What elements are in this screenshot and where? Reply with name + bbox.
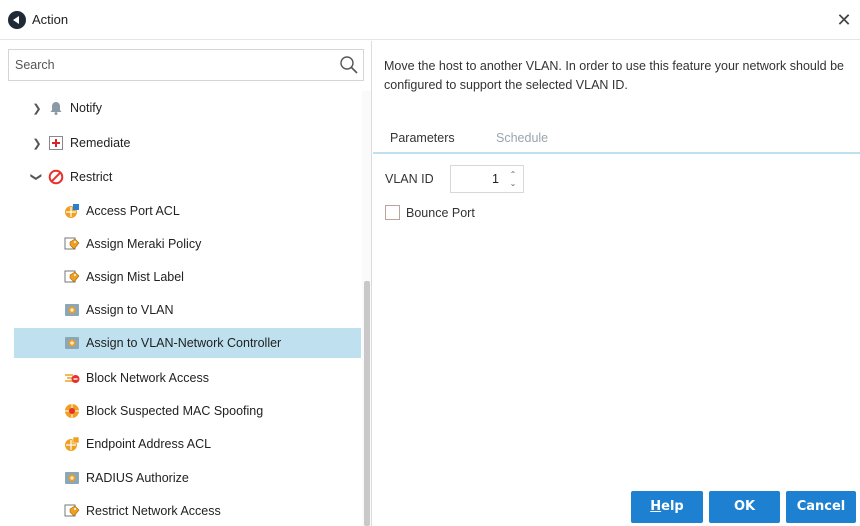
chevron-right-icon[interactable]: ❯ bbox=[30, 101, 44, 115]
app-logo-icon bbox=[8, 11, 26, 29]
mac-spoof-icon bbox=[64, 403, 80, 419]
tree-item-label: Assign to VLAN bbox=[86, 303, 174, 317]
plus-box-icon bbox=[48, 135, 64, 151]
tree-item-restrict-network-access[interactable]: Restrict Network Access bbox=[0, 496, 362, 526]
tag-policy-icon bbox=[64, 269, 80, 285]
tab-schedule[interactable]: Schedule bbox=[496, 128, 548, 152]
vlan-id-value[interactable]: 1 bbox=[492, 172, 499, 186]
tree-item-label: Endpoint Address ACL bbox=[86, 437, 212, 451]
title-bar: Action ✕ bbox=[0, 0, 860, 40]
tree-item-block-suspected-mac-spoofing[interactable]: Block Suspected MAC Spoofing bbox=[0, 396, 362, 426]
bell-icon bbox=[48, 100, 64, 116]
action-tree-pane: ❯ Notify ❯ Remediate ❯ Restrict Access bbox=[0, 41, 372, 526]
tree-item-block-network-access[interactable]: Block Network Access bbox=[0, 363, 362, 393]
tree-item-label: Block Network Access bbox=[86, 371, 209, 385]
tree-item-label: Remediate bbox=[70, 136, 131, 150]
action-description: Move the host to another VLAN. In order … bbox=[384, 59, 844, 92]
scrollbar-thumb[interactable] bbox=[364, 281, 370, 526]
vlan-box-icon bbox=[64, 302, 80, 318]
help-label-rest: elp bbox=[661, 499, 684, 514]
vlan-id-stepper[interactable]: 1 ⌃ ⌄ bbox=[450, 165, 524, 193]
tree-item-label: Assign Meraki Policy bbox=[86, 237, 202, 251]
ok-button[interactable]: OK bbox=[709, 491, 780, 523]
acl-shield-icon bbox=[64, 436, 80, 452]
tree-item-label: Restrict bbox=[70, 170, 113, 184]
tree-item-label: Block Suspected MAC Spoofing bbox=[86, 404, 264, 418]
chevron-right-icon[interactable]: ❯ bbox=[30, 136, 44, 150]
tree-item-endpoint-address-acl[interactable]: Endpoint Address ACL bbox=[0, 429, 362, 459]
help-mnemonic: H bbox=[650, 499, 662, 514]
search-box bbox=[8, 49, 364, 81]
tree-item-access-port-acl[interactable]: Access Port ACL bbox=[0, 196, 362, 226]
spin-down-icon[interactable]: ⌄ bbox=[508, 180, 518, 188]
tree-item-assign-meraki-policy[interactable]: Assign Meraki Policy bbox=[0, 229, 362, 259]
close-icon[interactable]: ✕ bbox=[834, 10, 854, 30]
tree-scrollbar[interactable] bbox=[362, 91, 371, 526]
vlan-box-icon bbox=[64, 470, 80, 486]
bounce-port-label: Bounce Port bbox=[406, 206, 475, 220]
tree-item-notify[interactable]: ❯ Notify bbox=[0, 93, 362, 123]
block-network-icon bbox=[64, 370, 80, 386]
tree-item-remediate[interactable]: ❯ Remediate bbox=[0, 128, 362, 158]
prohibited-icon bbox=[48, 169, 64, 185]
cancel-button[interactable]: Cancel bbox=[786, 491, 856, 523]
tab-parameters[interactable]: Parameters bbox=[390, 128, 455, 152]
search-icon[interactable] bbox=[339, 55, 359, 75]
window-title: Action bbox=[32, 12, 69, 27]
action-tree: ❯ Notify ❯ Remediate ❯ Restrict Access P… bbox=[0, 91, 362, 526]
tree-item-label: Notify bbox=[70, 101, 102, 115]
tree-item-label: Access Port ACL bbox=[86, 204, 180, 218]
vlan-id-label: VLAN ID bbox=[385, 172, 434, 186]
details-tabs: Parameters Schedule bbox=[373, 124, 860, 154]
acl-shield-icon bbox=[64, 203, 80, 219]
chevron-down-icon[interactable]: ❯ bbox=[30, 170, 44, 184]
tree-item-assign-to-vlan[interactable]: Assign to VLAN bbox=[0, 295, 362, 325]
help-button[interactable]: Help bbox=[631, 491, 703, 523]
search-input[interactable] bbox=[9, 50, 329, 80]
tree-item-assign-mist-label[interactable]: Assign Mist Label bbox=[0, 262, 362, 292]
tree-item-label: RADIUS Authorize bbox=[86, 471, 189, 485]
tree-item-label: Assign to VLAN-Network Controller bbox=[86, 336, 282, 350]
tag-policy-icon bbox=[64, 236, 80, 252]
tree-item-radius-authorize[interactable]: RADIUS Authorize bbox=[0, 463, 362, 493]
tree-item-restrict[interactable]: ❯ Restrict bbox=[0, 162, 362, 192]
tree-item-assign-to-vlan-network-controller[interactable]: Assign to VLAN-Network Controller bbox=[14, 328, 361, 358]
tag-policy-icon bbox=[64, 503, 80, 519]
bounce-port-checkbox[interactable] bbox=[385, 205, 400, 220]
spin-up-icon[interactable]: ⌃ bbox=[508, 171, 518, 179]
vlan-box-icon bbox=[64, 335, 80, 351]
tree-item-label: Restrict Network Access bbox=[86, 504, 221, 518]
tree-item-label: Assign Mist Label bbox=[86, 270, 184, 284]
action-details-pane: Move the host to another VLAN. In order … bbox=[373, 41, 860, 526]
